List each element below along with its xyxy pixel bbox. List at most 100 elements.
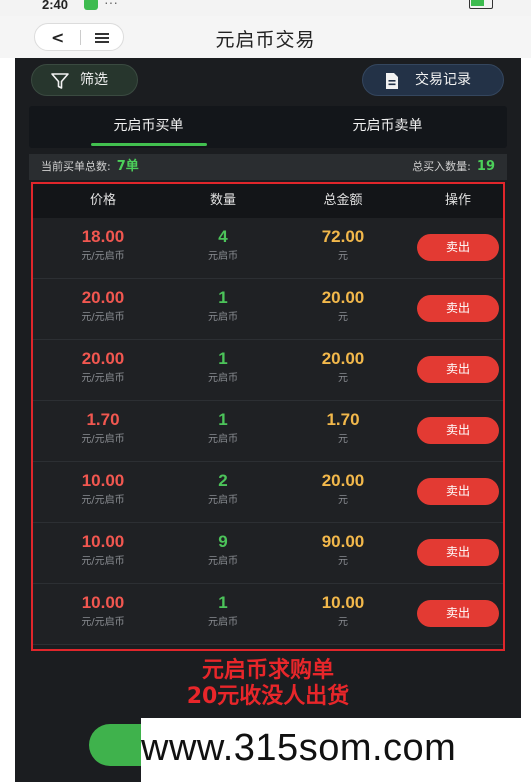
table-row: 10.00 元/元启币 2 元启币 20.00 元 卖出 <box>33 462 503 523</box>
total-value: 72.00 <box>321 227 365 246</box>
total-value: 20.00 <box>321 288 365 307</box>
total-orders-label: 当前买单总数: <box>41 160 111 173</box>
total-cell: 20.00 元 <box>293 288 393 325</box>
sell-button[interactable]: 卖出 <box>417 478 499 505</box>
table-row: 10.00 元/元启币 9 元启币 90.00 元 卖出 <box>33 523 503 584</box>
price-value: 10.00 <box>81 532 125 551</box>
total-value: 90.00 <box>321 532 365 551</box>
filter-button[interactable]: 筛选 <box>31 64 138 96</box>
total-value: 10.00 <box>321 593 365 612</box>
total-cell: 72.00 元 <box>293 227 393 264</box>
wechat-notification-icon <box>84 0 98 10</box>
more-notifications-icon: ··· <box>104 0 118 10</box>
quantity-value: 1 <box>218 593 228 612</box>
table-row: 20.00 元/元启币 1 元启币 20.00 元 卖出 <box>33 340 503 401</box>
price-cell: 10.00 元/元启币 <box>53 593 153 630</box>
sell-button[interactable]: 卖出 <box>417 234 499 261</box>
order-summary: 当前买单总数: 7单 总买入数量: 19 <box>29 154 507 180</box>
quantity-value: 9 <box>218 532 228 551</box>
quantity-cell: 9 元启币 <box>173 532 273 569</box>
header-total: 总金额 <box>323 193 363 208</box>
price-unit: 元/元启币 <box>81 556 125 567</box>
header-action: 操作 <box>444 193 471 208</box>
price-cell: 20.00 元/元启币 <box>53 288 153 325</box>
total-unit: 元 <box>338 251 348 262</box>
quantity-value: 1 <box>218 410 228 429</box>
action-cell: 卖出 <box>408 600 508 627</box>
filter-icon <box>51 73 69 89</box>
status-bar: 2:40 ··· <box>0 0 531 16</box>
total-unit: 元 <box>338 434 348 445</box>
sell-button[interactable]: 卖出 <box>417 356 499 383</box>
quantity-value: 1 <box>218 288 228 307</box>
total-orders: 当前买单总数: 7单 <box>41 154 139 180</box>
total-cell: 20.00 元 <box>293 349 393 386</box>
price-unit: 元/元启币 <box>81 434 125 445</box>
total-unit: 元 <box>338 312 348 323</box>
buy-orders-table: 价格 数量 总金额 操作 18.00 元/元启币 4 元启币 72.00 元卖出 20.00… <box>31 182 505 651</box>
total-unit: 元 <box>338 556 348 567</box>
action-cell: 卖出 <box>408 234 508 261</box>
quantity-cell: 4 元启币 <box>173 227 273 264</box>
quantity-unit: 元启币 <box>208 373 238 384</box>
tab-buy-orders[interactable]: 元启币买单 <box>29 106 268 148</box>
quantity-value: 2 <box>218 471 228 490</box>
sell-button[interactable]: 卖出 <box>417 295 499 322</box>
trade-records-button[interactable]: 交易记录 <box>362 64 504 96</box>
price-cell: 20.00 元/元启币 <box>53 349 153 386</box>
page-title: 元启币交易 <box>215 29 316 51</box>
price-cell: 10.00 元/元启币 <box>53 471 153 508</box>
price-cell: 18.00 元/元启币 <box>53 227 153 264</box>
price-cell: 1.70 元/元启币 <box>53 410 153 447</box>
price-unit: 元/元启币 <box>81 373 125 384</box>
quantity-unit: 元启币 <box>208 617 238 628</box>
table-body: 18.00 元/元启币 4 元启币 72.00 元卖出 20.00 元/元启币 1 元启币 20.0… <box>33 218 503 645</box>
quantity-cell: 1 元启币 <box>173 593 273 630</box>
quantity-unit: 元启币 <box>208 251 238 262</box>
quantity-cell: 1 元启币 <box>173 288 273 325</box>
quantity-cell: 1 元启币 <box>173 410 273 447</box>
annotation-line-1: 元启币求购单 <box>201 658 334 683</box>
title-bar: < 元启币交易 <box>0 16 531 58</box>
order-tabs: 元启币买单 元启币卖单 <box>29 106 507 148</box>
tab-sell-orders[interactable]: 元启币卖单 <box>268 106 507 148</box>
active-tab-indicator <box>91 143 207 146</box>
price-value: 1.70 <box>86 410 120 429</box>
sell-button[interactable]: 卖出 <box>417 417 499 444</box>
status-time: 2:40 <box>42 0 69 12</box>
table-header: 价格 数量 总金额 操作 <box>33 184 503 218</box>
trade-app: 筛选 交易记录 元启币买单 元启币卖单 当前买单总数: 7单 总买入数量: 19 价… <box>15 58 521 782</box>
total-value: 20.00 <box>321 471 365 490</box>
sell-button[interactable]: 卖出 <box>417 539 499 566</box>
quantity-cell: 1 元启币 <box>173 349 273 386</box>
price-value: 20.00 <box>81 349 125 368</box>
price-unit: 元/元启币 <box>81 312 125 323</box>
total-value: 1.70 <box>326 410 360 429</box>
price-unit: 元/元启币 <box>81 251 125 262</box>
table-row: 1.70 元/元启币 1 元启币 1.70 元 卖出 <box>33 401 503 462</box>
battery-icon <box>469 0 493 9</box>
header-quantity: 数量 <box>209 193 236 208</box>
price-value: 10.00 <box>81 471 125 490</box>
total-quantity-value: 19 <box>476 159 495 174</box>
header-price: 价格 <box>89 193 116 208</box>
price-unit: 元/元启币 <box>81 617 125 628</box>
total-orders-value: 7单 <box>116 159 139 174</box>
table-row: 20.00 元/元启币 1 元启币 20.00 元 卖出 <box>33 279 503 340</box>
price-value: 20.00 <box>81 288 125 307</box>
action-cell: 卖出 <box>408 295 508 322</box>
total-unit: 元 <box>338 617 348 628</box>
total-unit: 元 <box>338 373 348 384</box>
total-cell: 10.00 元 <box>293 593 393 630</box>
total-unit: 元 <box>338 495 348 506</box>
quantity-unit: 元启币 <box>208 434 238 445</box>
annotation-text: 元启币求购单 20元收没人出货 <box>15 658 521 710</box>
quantity-value: 1 <box>218 349 228 368</box>
sell-button[interactable]: 卖出 <box>417 600 499 627</box>
table-row: 18.00 元/元启币 4 元启币 72.00 元 卖出 <box>33 218 503 279</box>
action-cell: 卖出 <box>408 539 508 566</box>
quantity-unit: 元启币 <box>208 556 238 567</box>
quantity-unit: 元启币 <box>208 495 238 506</box>
total-quantity: 总买入数量: 19 <box>412 154 495 180</box>
price-cell: 10.00 元/元启币 <box>53 532 153 569</box>
